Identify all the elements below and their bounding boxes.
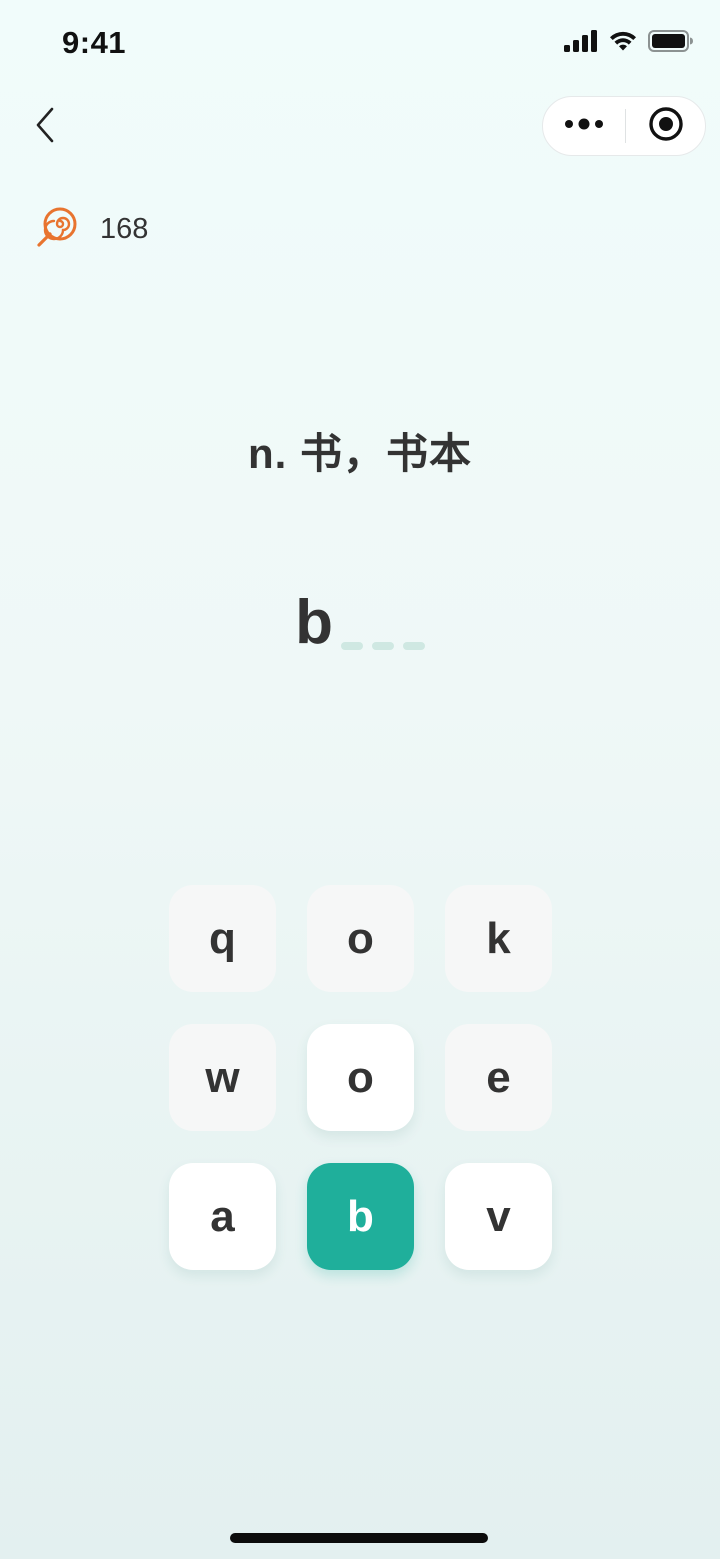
chevron-left-icon: [34, 107, 56, 148]
status-time: 9:41: [62, 25, 127, 60]
candy-counter: 168: [36, 206, 148, 253]
cellular-signal-icon: [564, 30, 598, 57]
letter-keypad: q o k w o e a b v: [169, 885, 554, 1270]
wifi-icon: [608, 30, 638, 57]
letter-key-e[interactable]: e: [445, 1024, 552, 1131]
candy-count: 168: [100, 213, 149, 245]
letter-blank: [402, 642, 425, 650]
more-dots-icon: [564, 117, 604, 135]
letter-key-a[interactable]: a: [169, 1163, 276, 1270]
typed-letters: b: [295, 588, 333, 657]
close-miniprogram-button[interactable]: [626, 97, 705, 155]
lollipop-icon: [36, 206, 78, 253]
word-definition: n. 书，书本: [248, 430, 472, 477]
mini-program-capsule: [542, 96, 706, 156]
letter-key-q[interactable]: q: [169, 885, 276, 992]
letter-key-o[interactable]: o: [307, 885, 414, 992]
status-icons: [564, 30, 694, 57]
letter-key-o[interactable]: o: [307, 1024, 414, 1131]
home-indicator[interactable]: [230, 1533, 488, 1543]
letter-blank: [340, 642, 363, 650]
more-button[interactable]: [543, 97, 625, 155]
letter-blank: [371, 642, 394, 650]
status-bar: 9:41: [0, 0, 720, 90]
answer-row: b: [0, 578, 720, 658]
letter-key-v[interactable]: v: [445, 1163, 552, 1270]
letter-key-k[interactable]: k: [445, 885, 552, 992]
letter-blanks: [340, 642, 425, 650]
battery-icon: [648, 30, 694, 57]
target-circle-icon: [648, 106, 684, 147]
letter-key-w[interactable]: w: [169, 1024, 276, 1131]
letter-key-b[interactable]: b: [307, 1163, 414, 1270]
back-button[interactable]: [20, 100, 70, 154]
